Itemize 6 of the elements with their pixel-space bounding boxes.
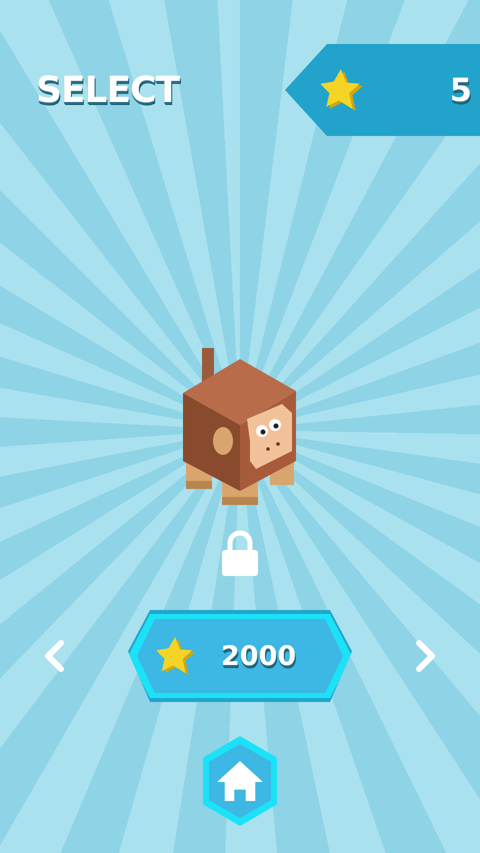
home-icon [217,761,263,801]
screen-title: SELECT [36,70,180,110]
star-icon [321,67,363,113]
star-icon [157,635,195,677]
price-button[interactable]: 2000 [128,610,352,702]
star-count: 5 [450,71,472,109]
